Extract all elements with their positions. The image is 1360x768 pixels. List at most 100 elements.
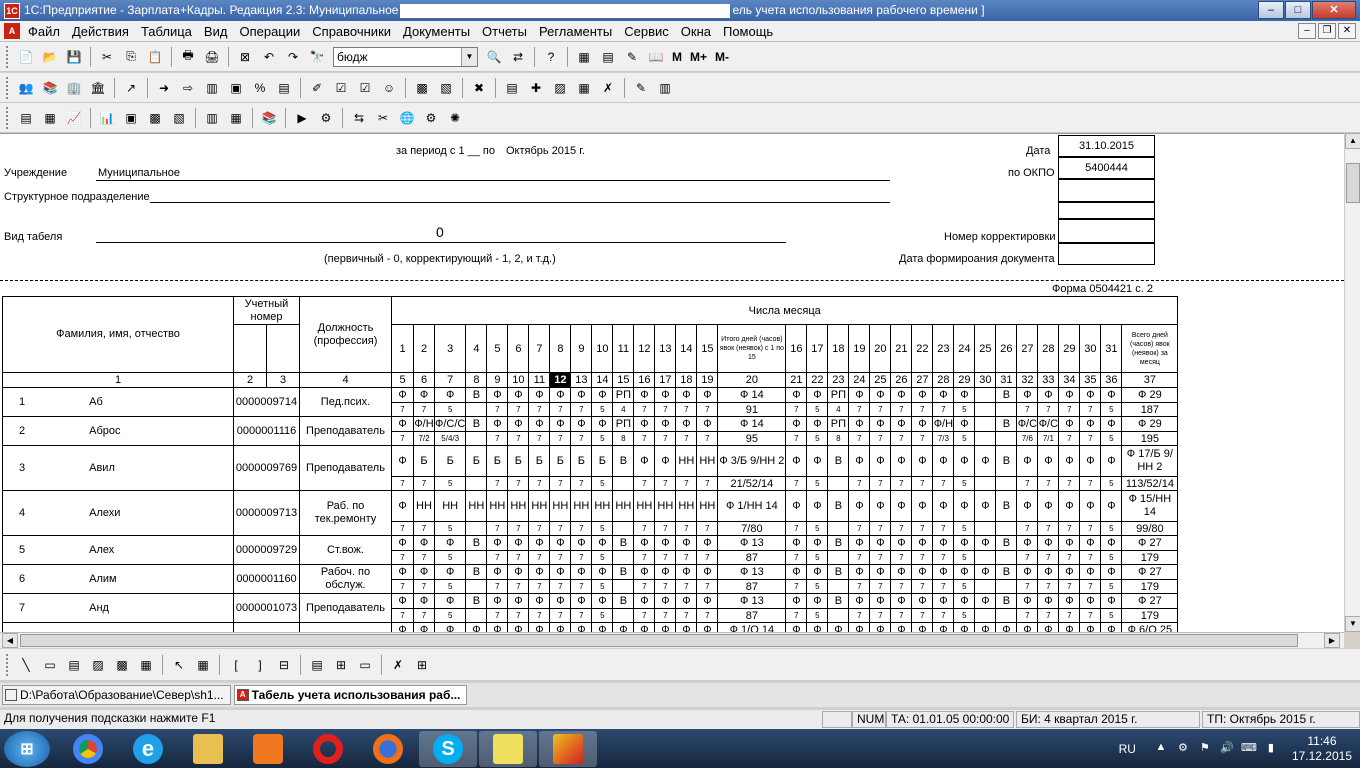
day-hours-cell[interactable]: 7: [869, 476, 892, 491]
day-hours-cell[interactable]: 7: [507, 608, 530, 623]
day-code-cell[interactable]: Ф: [1037, 490, 1060, 522]
day-code-cell[interactable]: Ф: [633, 416, 656, 432]
memory-m-button[interactable]: M: [672, 50, 682, 64]
flag-icon[interactable]: ⚑: [1197, 741, 1213, 757]
day-hours-cell[interactable]: 7: [696, 476, 719, 491]
day-hours-cell[interactable]: 7: [570, 402, 593, 417]
day-hours-cell[interactable]: [612, 476, 635, 491]
day-code-cell[interactable]: Ф: [391, 416, 414, 432]
day-code-cell[interactable]: Ф: [869, 535, 892, 551]
day-hours-cell[interactable]: 7: [549, 608, 572, 623]
day-hours-cell[interactable]: 7: [549, 521, 572, 536]
line-tool-icon[interactable]: ╲: [15, 654, 37, 676]
day-code-cell[interactable]: НН: [591, 490, 614, 522]
day-hours-cell[interactable]: [827, 550, 850, 565]
menu-file[interactable]: Файл: [22, 24, 66, 39]
rectangle-tool-icon[interactable]: ▭: [39, 654, 61, 676]
total-1-15-hours[interactable]: 87: [717, 579, 787, 594]
day-hours-cell[interactable]: 7/2: [413, 431, 435, 446]
day-hours-cell[interactable]: 7: [633, 402, 656, 417]
day-code-cell[interactable]: Ф: [633, 445, 656, 477]
day-code-cell[interactable]: Ф: [549, 564, 572, 580]
total-1-15-codes[interactable]: Ф 14: [717, 387, 787, 403]
employee-position[interactable]: Раб. по тек.ремонту: [299, 490, 392, 536]
day-code-cell[interactable]: В: [995, 387, 1018, 403]
accrual-icon[interactable]: ▩: [411, 77, 433, 99]
day-hours-cell[interactable]: [974, 476, 997, 491]
day-code-cell[interactable]: Ф: [932, 445, 955, 477]
day-hours-cell[interactable]: 4: [827, 402, 850, 417]
minimize-button[interactable]: –: [1258, 1, 1284, 19]
employee-account-number[interactable]: 0000009729: [233, 535, 300, 565]
day-hours-cell[interactable]: 5: [953, 579, 976, 594]
day-hours-cell[interactable]: [995, 579, 1018, 594]
day-hours-cell[interactable]: 7: [486, 608, 509, 623]
day-code-cell[interactable]: Ф: [654, 593, 677, 609]
day-hours-cell[interactable]: 7: [486, 431, 509, 446]
day-hours-cell[interactable]: 5: [433, 608, 467, 623]
day-code-cell[interactable]: Ф: [932, 593, 955, 609]
departments-icon[interactable]: 🏢: [63, 77, 85, 99]
memory-minus-button[interactable]: M-: [715, 50, 729, 64]
day-code-cell[interactable]: Ф: [848, 387, 871, 403]
delete-icon[interactable]: ⊠: [234, 46, 256, 68]
employee-account-number[interactable]: 0000009714: [233, 387, 300, 417]
day-code-cell[interactable]: Ф: [391, 490, 414, 522]
day-code-cell[interactable]: Ф: [486, 564, 509, 580]
day-hours-cell[interactable]: 7: [932, 476, 955, 491]
day-code-cell[interactable]: Ф/Н: [413, 416, 435, 432]
day-hours-cell[interactable]: 5: [1100, 579, 1123, 594]
day-code-cell[interactable]: НН: [570, 490, 593, 522]
day-code-cell[interactable]: Ф: [1058, 445, 1081, 477]
report-table-icon[interactable]: ▦: [39, 107, 61, 129]
day-code-cell[interactable]: Ф: [570, 535, 593, 551]
day-code-cell[interactable]: Ф: [654, 416, 677, 432]
day-hours-cell[interactable]: 7: [570, 476, 593, 491]
day-hours-cell[interactable]: 7: [507, 521, 530, 536]
day-hours-cell[interactable]: 7: [1079, 608, 1102, 623]
day-hours-cell[interactable]: 5: [1100, 608, 1123, 623]
total-1-15-hours[interactable]: 87: [717, 608, 787, 623]
help-question-icon[interactable]: ?: [540, 46, 562, 68]
day-hours-cell[interactable]: 7: [1016, 521, 1039, 536]
day-code-cell[interactable]: Ф: [806, 416, 829, 432]
employee-account-number[interactable]: 0000009769: [233, 445, 300, 491]
day-hours-cell[interactable]: 5: [1100, 476, 1123, 491]
day-code-cell[interactable]: Ф: [654, 387, 677, 403]
day-code-cell[interactable]: В: [612, 445, 635, 477]
day-code-cell[interactable]: В: [612, 593, 635, 609]
day-code-cell[interactable]: Ф: [974, 564, 997, 580]
taskbar-opera[interactable]: [299, 731, 357, 767]
day-hours-cell[interactable]: 7: [391, 579, 414, 594]
day-hours-cell[interactable]: 7: [675, 550, 698, 565]
journal-icon[interactable]: ▣: [225, 77, 247, 99]
day-hours-cell[interactable]: 7: [1037, 476, 1060, 491]
day-hours-cell[interactable]: 4: [612, 402, 635, 417]
day-code-cell[interactable]: Ф: [785, 387, 808, 403]
total-1-15-hours[interactable]: 91: [717, 402, 787, 417]
day-hours-cell[interactable]: [465, 521, 488, 536]
day-code-cell[interactable]: Ф: [911, 490, 934, 522]
day-code-cell[interactable]: Ф: [806, 564, 829, 580]
day-hours-cell[interactable]: 7: [549, 431, 572, 446]
edit-doc-icon[interactable]: ✎: [630, 77, 652, 99]
day-code-cell[interactable]: Ф: [391, 564, 414, 580]
day-code-cell[interactable]: Ф: [591, 387, 614, 403]
menu-service[interactable]: Сервис: [618, 24, 675, 39]
day-hours-cell[interactable]: 5: [1100, 521, 1123, 536]
scroll-up-icon[interactable]: ▲: [1345, 133, 1360, 149]
day-hours-cell[interactable]: 7: [1079, 431, 1102, 446]
day-code-cell[interactable]: Ф: [1079, 564, 1102, 580]
day-code-cell[interactable]: Ф: [890, 535, 913, 551]
day-code-cell[interactable]: Ф: [549, 593, 572, 609]
day-code-cell[interactable]: Ф: [869, 387, 892, 403]
bracket-right-icon[interactable]: ]: [249, 654, 271, 676]
day-code-cell[interactable]: Ф: [890, 445, 913, 477]
total-1-15-hours[interactable]: 95: [717, 431, 787, 446]
day-code-cell[interactable]: Ф: [633, 387, 656, 403]
day-code-cell[interactable]: Ф: [413, 387, 435, 403]
day-code-cell[interactable]: Ф: [486, 593, 509, 609]
day-code-cell[interactable]: Ф: [911, 416, 934, 432]
day-hours-cell[interactable]: 7: [696, 521, 719, 536]
day-code-cell[interactable]: Ф: [391, 593, 414, 609]
